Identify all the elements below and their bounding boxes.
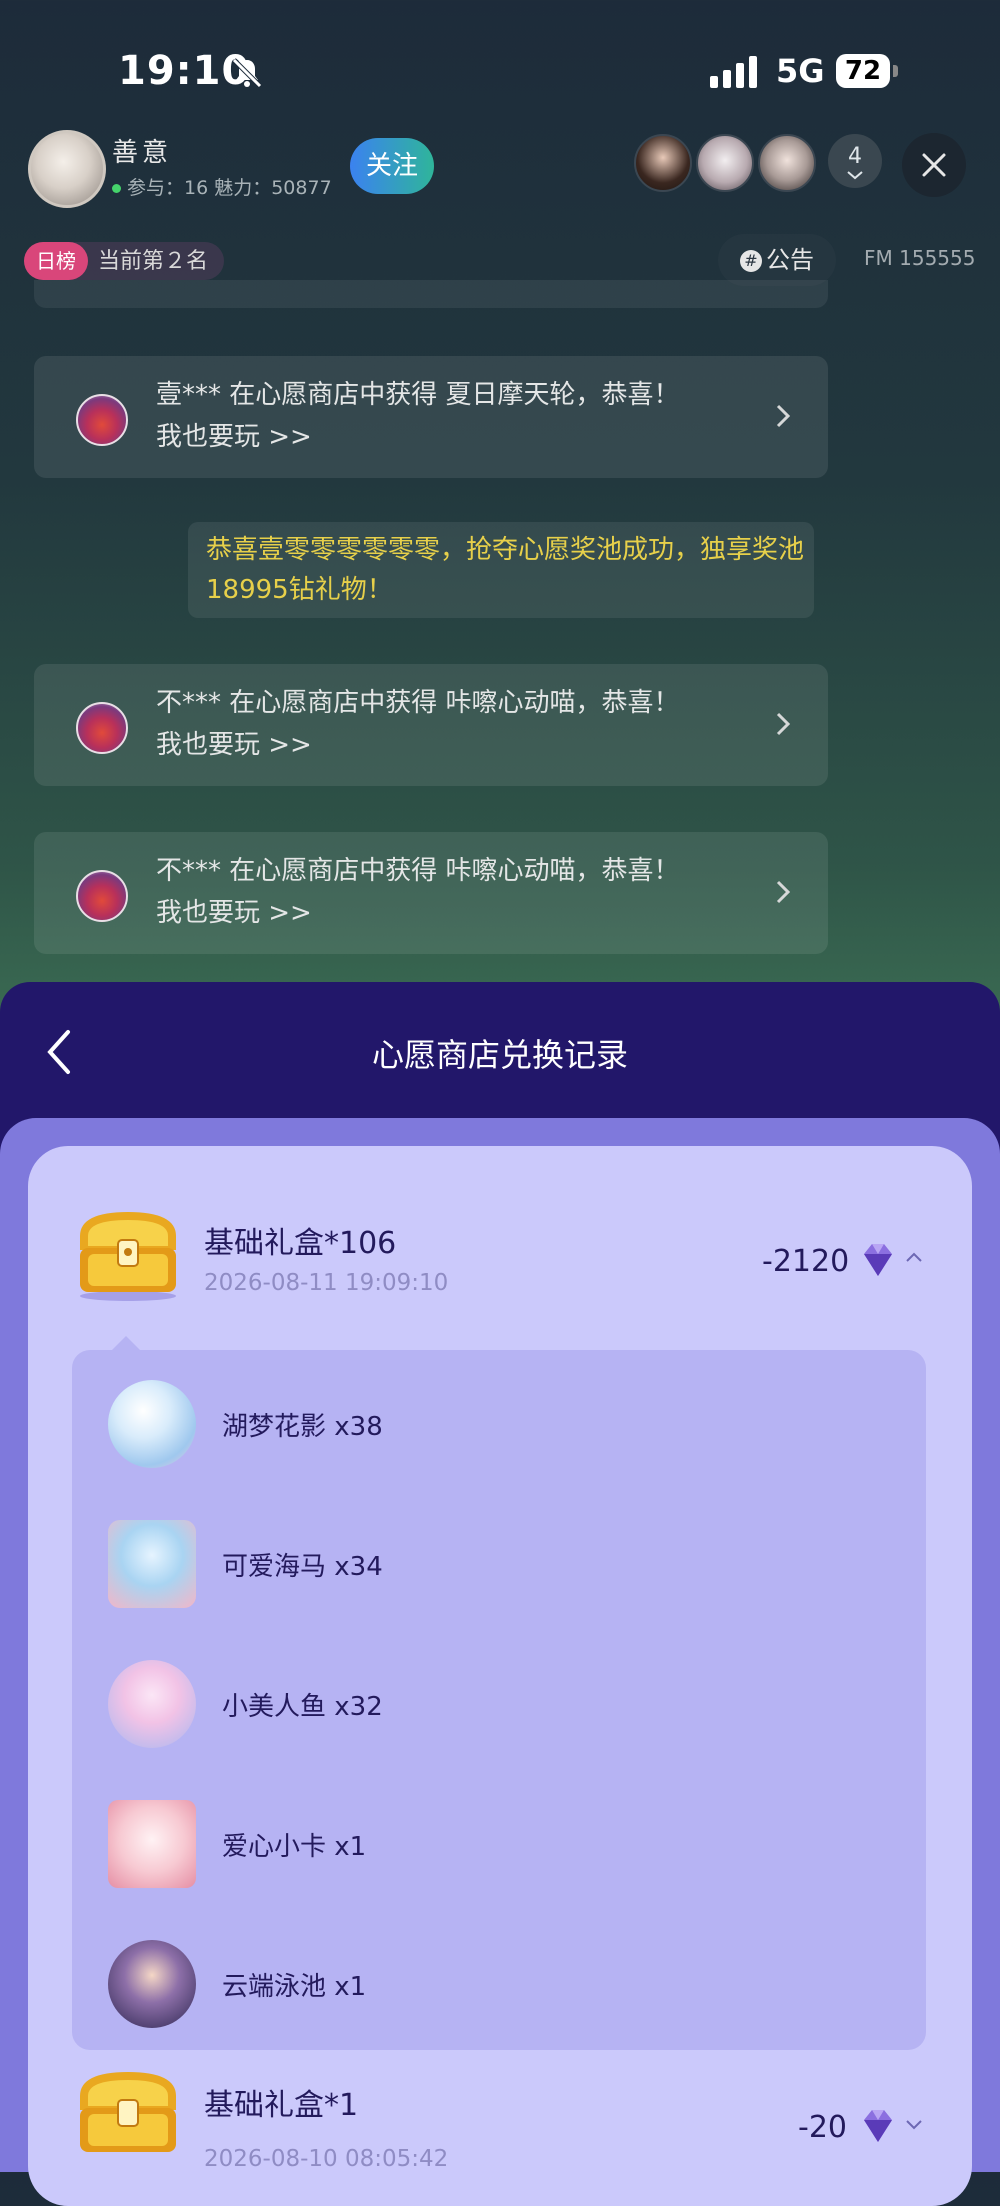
chevron-right-icon [776, 712, 791, 736]
viewer-count-badge[interactable]: 4 [828, 134, 882, 188]
viewer-avatar[interactable] [696, 134, 754, 192]
gift-list-item: 小美人鱼 x32 [108, 1648, 888, 1748]
system-message: 恭喜壹零零零零零零，抢夺心愿奖池成功，独享奖池18995钻礼物！ [188, 522, 814, 618]
gift-box-icon [76, 870, 128, 922]
detail-pointer [112, 1336, 140, 1350]
viewer-count: 4 [848, 144, 862, 169]
gift-list-item: 湖梦花影 x38 [108, 1368, 888, 1468]
record-date: 2026-08-11 19:09:10 [204, 1270, 449, 1296]
gift-label: 可爱海马 x34 [222, 1552, 383, 1582]
treasure-chest-icon [80, 2072, 176, 2152]
close-icon [922, 153, 946, 177]
hash-icon: # [740, 250, 762, 272]
host-avatar[interactable] [28, 130, 106, 208]
chat-message-card[interactable]: 不*** 在心愿商店中获得 咔嚓心动喵，恭喜！ 我也要玩 >> [34, 664, 828, 786]
gift-list-item: 云端泳池 x1 [108, 1928, 888, 2028]
message-line: 壹*** 在心愿商店中获得 夏日摩天轮，恭喜！ [156, 380, 680, 410]
close-room-button[interactable] [902, 133, 966, 197]
chat-message-card[interactable]: 不*** 在心愿商店中获得 咔嚓心动喵，恭喜！ 我也要玩 >> [34, 832, 828, 954]
host-stats: 参与：16 魅力：50877 [112, 173, 332, 200]
viewer-avatar[interactable] [634, 134, 692, 192]
message-line: 不*** 在心愿商店中获得 咔嚓心动喵，恭喜！ [156, 688, 680, 718]
gift-box-icon [76, 394, 128, 446]
mermaid-icon [108, 1660, 196, 1748]
gift-label: 云端泳池 x1 [222, 1972, 367, 2002]
gift-label: 小美人鱼 x32 [222, 1692, 383, 1722]
fm-id: FM 155555 [864, 246, 976, 270]
record-card: 基础礼盒*106 2026-08-11 19:09:10 -2120 湖梦花影 … [28, 1146, 972, 2206]
play-link[interactable]: 我也要玩 >> [156, 416, 756, 458]
battery-indicator: 72 [836, 54, 890, 88]
play-link[interactable]: 我也要玩 >> [156, 892, 756, 934]
gift-label: 湖梦花影 x38 [222, 1412, 383, 1442]
chevron-up-icon [906, 1252, 922, 1262]
battery-tip [893, 65, 898, 77]
diamond-icon [864, 1244, 892, 1276]
chat-message-card [34, 280, 828, 308]
gift-label: 爱心小卡 x1 [222, 1832, 367, 1862]
mute-bell-icon [232, 58, 262, 88]
record-date: 2026-08-10 08:05:42 [204, 2146, 449, 2172]
gift-box-icon [76, 702, 128, 754]
status-bar: 19:10 5G 72 [0, 0, 1000, 130]
signal-icon [710, 56, 757, 88]
chat-message-text: 壹*** 在心愿商店中获得 夏日摩天轮，恭喜！ 我也要玩 >> [156, 374, 756, 458]
record-name: 基础礼盒*1 [204, 2088, 359, 2123]
chevron-right-icon [776, 404, 791, 428]
treasure-chest-icon [80, 1212, 176, 1301]
daily-rank-pill[interactable]: 日榜 当前第２名 [24, 242, 225, 280]
gift-list-item: 爱心小卡 x1 [108, 1788, 888, 1888]
network-type: 5G [776, 52, 825, 90]
record-detail-list: 湖梦花影 x38 可爱海马 x34 小美人鱼 x32 爱心小卡 x1 云端泳池 … [72, 1350, 926, 2050]
diamond-icon [864, 2110, 892, 2142]
chat-message-text: 不*** 在心愿商店中获得 咔嚓心动喵，恭喜！ 我也要玩 >> [156, 682, 756, 766]
follow-button[interactable]: 关注 [350, 138, 434, 194]
rank-tag: 日榜 [24, 242, 88, 280]
notice-label: 公告 [766, 246, 814, 274]
caret-down-icon [847, 171, 863, 180]
record-amount: -20 [798, 2110, 847, 2145]
gift-list-item: 可爱海马 x34 [108, 1508, 888, 1608]
record-amount: -2120 [762, 1244, 850, 1279]
chat-message-text: 不*** 在心愿商店中获得 咔嚓心动喵，恭喜！ 我也要玩 >> [156, 850, 756, 934]
heart-card-icon [108, 1800, 196, 1888]
exchange-record-sheet: 心愿商店兑换记录 基础礼盒*106 2026-08-11 19:09:10 -2… [0, 982, 1000, 2206]
host-name: 善意 [112, 138, 173, 168]
chevron-right-icon [776, 880, 791, 904]
notice-button[interactable]: # 公告 [718, 234, 836, 286]
online-dot [112, 184, 121, 193]
cloud-pool-icon [108, 1940, 196, 2028]
record-name: 基础礼盒*106 [204, 1226, 397, 1261]
play-link[interactable]: 我也要玩 >> [156, 724, 756, 766]
bubble-flower-icon [108, 1380, 196, 1468]
rank-text: 当前第２名 [98, 249, 209, 274]
chevron-down-icon [906, 2120, 922, 2130]
sheet-title: 心愿商店兑换记录 [371, 1036, 628, 1074]
host-stats-text: 参与：16 魅力：50877 [127, 177, 332, 199]
viewer-avatar[interactable] [758, 134, 816, 192]
sheet-content: 基础礼盒*106 2026-08-11 19:09:10 -2120 湖梦花影 … [0, 1118, 1000, 2206]
seahorse-icon [108, 1520, 196, 1608]
system-message-text: 恭喜壹零零零零零零，抢夺心愿奖池成功，独享奖池18995钻礼物！ [206, 535, 805, 605]
chat-message-card[interactable]: 壹*** 在心愿商店中获得 夏日摩天轮，恭喜！ 我也要玩 >> [34, 356, 828, 478]
message-line: 不*** 在心愿商店中获得 咔嚓心动喵，恭喜！ [156, 856, 680, 886]
